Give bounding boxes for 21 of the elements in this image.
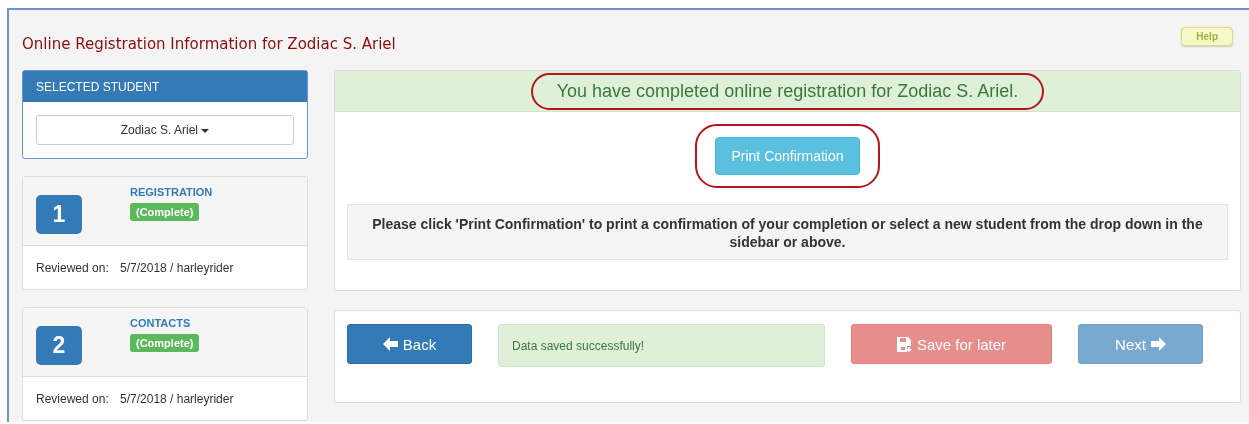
step-number: 2 (36, 326, 82, 365)
arrow-right-icon (1150, 337, 1166, 351)
reviewed-value: 5/7/2018 / harleyrider (120, 261, 234, 275)
instructions-text: Please click 'Print Confirmation' to print a confirmation of your completion or select a new student from the drop down in the sidebar or above. (347, 204, 1228, 260)
page-title: Online Registration Information for Zodiac S. Ariel (22, 35, 396, 53)
back-button[interactable]: Back (347, 324, 472, 364)
reviewed-value: 5/7/2018 / harleyrider (120, 392, 234, 406)
help-button[interactable]: Help (1181, 27, 1233, 46)
status-label: (Complete) (130, 203, 200, 221)
step-title-link[interactable]: CONTACTS (130, 317, 191, 329)
status-label: (Complete) (130, 334, 200, 352)
reviewed-label: Reviewed on: (36, 392, 109, 406)
student-dropdown[interactable]: Zodiac S. Ariel (36, 115, 294, 145)
step-title-link[interactable]: REGISTRATION (130, 186, 213, 198)
panel-header: SELECTED STUDENT (23, 71, 307, 102)
reviewed-label: Reviewed on: (36, 261, 109, 275)
save-status-message: Data saved successfully! (498, 324, 825, 367)
completion-message: You have completed online registration for Zodiac S. Ariel. (530, 72, 1045, 110)
step-number: 1 (36, 195, 82, 234)
caret-icon (201, 128, 210, 133)
arrow-left-icon (382, 337, 398, 351)
